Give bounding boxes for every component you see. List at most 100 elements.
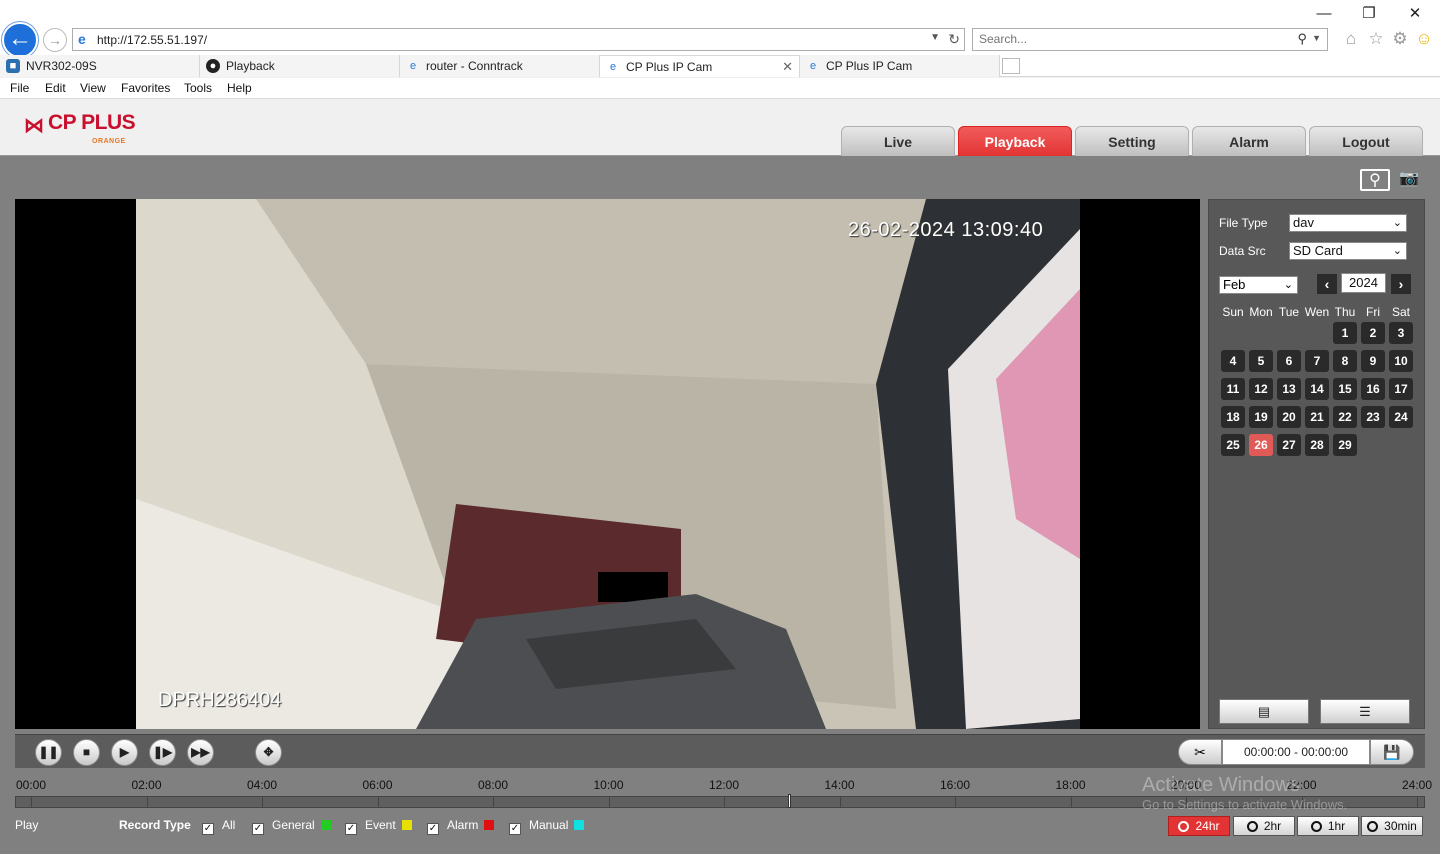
zoom-pan-icon[interactable]: ✥ xyxy=(255,739,282,766)
month-value: Feb xyxy=(1223,277,1246,292)
chevron-down-icon[interactable]: ▼ xyxy=(1312,33,1321,43)
chevron-down-icon: ⌄ xyxy=(1392,217,1402,229)
new-tab-button[interactable] xyxy=(1002,58,1020,74)
calendar-day[interactable]: 15 xyxy=(1333,378,1357,400)
record-type-event[interactable]: ✓ Event xyxy=(345,818,412,835)
search-icon[interactable]: ⚲ xyxy=(1297,31,1307,47)
smiley-icon[interactable]: ☺ xyxy=(1414,29,1434,49)
calendar-day[interactable]: 19 xyxy=(1249,406,1273,428)
data-src-select[interactable]: SD Card ⌄ xyxy=(1289,242,1407,260)
checkbox-icon[interactable]: ✓ xyxy=(427,823,439,835)
calendar-day[interactable]: 5 xyxy=(1249,350,1273,372)
stop-icon[interactable]: ■ xyxy=(73,739,100,766)
close-icon[interactable]: ✕ xyxy=(782,56,793,77)
record-type-all[interactable]: ✓ All xyxy=(202,818,235,835)
calendar-day[interactable]: 26 xyxy=(1249,434,1273,456)
timeline-label: 18:00 xyxy=(1055,778,1086,792)
range-2hr-button[interactable]: 2hr xyxy=(1233,816,1295,836)
checkbox-icon[interactable]: ✓ xyxy=(509,823,521,835)
step-forward-icon[interactable]: ❚▶ xyxy=(149,739,176,766)
fast-forward-icon[interactable]: ▶▶ xyxy=(187,739,214,766)
calendar-day[interactable]: 23 xyxy=(1361,406,1385,428)
calendar-day[interactable]: 1 xyxy=(1333,322,1357,344)
minimize-icon[interactable]: — xyxy=(1314,4,1334,24)
record-type-alarm[interactable]: ✓ Alarm xyxy=(427,818,495,835)
file-type-select[interactable]: dav ⌄ xyxy=(1289,214,1407,232)
month-select[interactable]: Feb ⌄ xyxy=(1219,276,1298,294)
browser-tab-active[interactable]: e CP Plus IP Cam ✕ xyxy=(600,55,800,77)
menu-file[interactable]: File xyxy=(10,81,29,95)
close-icon[interactable]: ✕ xyxy=(1405,4,1425,24)
video-player[interactable]: 26-02-2024 13:09:40 DPRH286404 xyxy=(15,199,1200,729)
pause-icon[interactable]: ❚❚ xyxy=(35,739,62,766)
calendar-day[interactable]: 27 xyxy=(1277,434,1301,456)
menu-view[interactable]: View xyxy=(80,81,106,95)
range-30min-button[interactable]: 30min xyxy=(1361,816,1423,836)
calendar-day[interactable]: 14 xyxy=(1305,378,1329,400)
calendar-day[interactable]: 28 xyxy=(1305,434,1329,456)
chevron-down-icon[interactable]: ▼ xyxy=(930,32,940,43)
browser-tab[interactable]: e CP Plus IP Cam xyxy=(800,55,1000,77)
calendar-day[interactable]: 11 xyxy=(1221,378,1245,400)
calendar-day[interactable]: 9 xyxy=(1361,350,1385,372)
back-arrow-icon[interactable]: ← xyxy=(2,22,38,58)
calendar-day[interactable]: 24 xyxy=(1389,406,1413,428)
menu-favorites[interactable]: Favorites xyxy=(121,81,170,95)
browser-tab[interactable]: e router - Conntrack xyxy=(400,55,600,77)
checkbox-icon[interactable]: ✓ xyxy=(345,823,357,835)
calendar-day[interactable]: 10 xyxy=(1389,350,1413,372)
file-list-button[interactable]: ▤ xyxy=(1219,699,1309,724)
calendar-day[interactable]: 7 xyxy=(1305,350,1329,372)
calendar-day[interactable]: 29 xyxy=(1333,434,1357,456)
camera-scene-image xyxy=(136,199,1080,729)
star-icon[interactable]: ☆ xyxy=(1366,29,1386,49)
gear-icon[interactable]: ⚙ xyxy=(1390,29,1410,49)
calendar-day[interactable]: 13 xyxy=(1277,378,1301,400)
search-box[interactable]: ⚲ ▼ xyxy=(972,28,1328,51)
menu-tools[interactable]: Tools xyxy=(184,81,212,95)
range-1hr-button[interactable]: 1hr xyxy=(1297,816,1359,836)
prev-year-icon[interactable]: ‹ xyxy=(1317,274,1337,294)
forward-arrow-icon[interactable]: → xyxy=(43,28,67,52)
calendar-day[interactable]: 25 xyxy=(1221,434,1245,456)
clip-icon[interactable]: ✂ xyxy=(1178,739,1222,765)
browser-tab[interactable]: ● Playback xyxy=(200,55,400,77)
record-type-manual[interactable]: ✓ Manual xyxy=(509,818,585,835)
calendar-day[interactable]: 2 xyxy=(1361,322,1385,344)
address-bar[interactable]: e http://172.55.51.197/ ▼ ↻ xyxy=(72,28,965,51)
nav-playback[interactable]: Playback xyxy=(958,126,1072,156)
checkbox-icon[interactable]: ✓ xyxy=(252,823,264,835)
browser-tab[interactable]: ■ NVR302-09S xyxy=(0,55,200,77)
search-icon[interactable]: ⚲ xyxy=(1360,169,1390,191)
home-icon[interactable]: ⌂ xyxy=(1341,29,1361,49)
calendar-day[interactable]: 8 xyxy=(1333,350,1357,372)
calendar-day[interactable]: 4 xyxy=(1221,350,1245,372)
list-view-button[interactable]: ☰ xyxy=(1320,699,1410,724)
next-year-icon[interactable]: › xyxy=(1391,274,1411,294)
nav-logout[interactable]: Logout xyxy=(1309,126,1423,156)
camera-icon[interactable]: 📷 xyxy=(1394,169,1424,191)
play-icon[interactable]: ▶ xyxy=(111,739,138,766)
calendar-day[interactable]: 18 xyxy=(1221,406,1245,428)
calendar-day[interactable]: 20 xyxy=(1277,406,1301,428)
record-type-general[interactable]: ✓ General xyxy=(252,818,331,835)
timeline-cursor[interactable] xyxy=(787,794,791,808)
refresh-icon[interactable]: ↻ xyxy=(948,31,960,48)
calendar-day[interactable]: 3 xyxy=(1389,322,1413,344)
nav-alarm[interactable]: Alarm xyxy=(1192,126,1306,156)
calendar-day[interactable]: 12 xyxy=(1249,378,1273,400)
calendar-day[interactable]: 17 xyxy=(1389,378,1413,400)
range-24hr-button[interactable]: 24hr xyxy=(1168,816,1230,836)
calendar-day[interactable]: 21 xyxy=(1305,406,1329,428)
nav-setting[interactable]: Setting xyxy=(1075,126,1189,156)
search-input[interactable] xyxy=(979,32,1279,46)
calendar-day[interactable]: 16 xyxy=(1361,378,1385,400)
checkbox-icon[interactable]: ✓ xyxy=(202,823,214,835)
restore-icon[interactable]: ❐ xyxy=(1359,4,1379,24)
save-icon[interactable]: 💾 xyxy=(1370,739,1414,765)
nav-live[interactable]: Live xyxy=(841,126,955,156)
menu-help[interactable]: Help xyxy=(227,81,252,95)
calendar-day[interactable]: 6 xyxy=(1277,350,1301,372)
menu-edit[interactable]: Edit xyxy=(45,81,66,95)
calendar-day[interactable]: 22 xyxy=(1333,406,1357,428)
